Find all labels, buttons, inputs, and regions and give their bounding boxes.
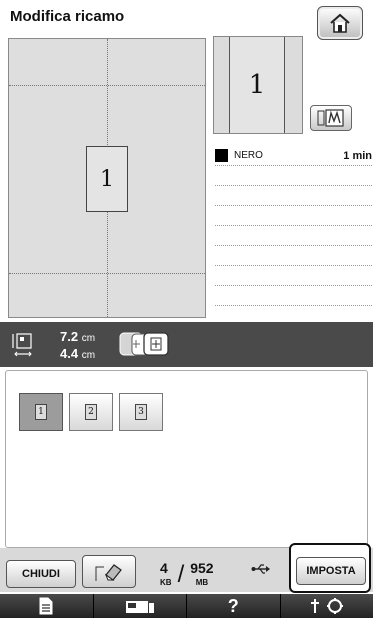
pattern-chip: 2: [85, 404, 97, 420]
settings-icon: [310, 598, 343, 614]
memory-used: 4: [160, 560, 168, 576]
memory-used-unit: KB: [160, 578, 172, 587]
pattern-preview: 1: [213, 36, 303, 134]
memory-total: 952: [190, 560, 214, 576]
usb-icon: [251, 564, 270, 574]
pattern-button-2[interactable]: 2: [69, 393, 113, 431]
page-icon: [39, 597, 53, 615]
close-button[interactable]: CHIUDI: [6, 560, 76, 588]
tab-page[interactable]: [0, 594, 94, 618]
size-icon: [12, 333, 32, 357]
color-row: NERO 1 min: [215, 146, 372, 166]
embroidery-canvas[interactable]: 1: [8, 38, 206, 318]
preview-glyph: 1: [248, 70, 266, 100]
pattern-chip: 3: [135, 404, 147, 420]
color-time: 1 min: [343, 149, 372, 162]
size-info-bar: 7.2 cm 4.4 cm: [0, 322, 373, 367]
pattern-button-3[interactable]: 3: [119, 393, 163, 431]
set-button[interactable]: IMPOSTA: [296, 557, 366, 585]
height-value: 4.4: [60, 346, 79, 361]
multi-select-icon[interactable]: [118, 331, 176, 357]
embroidery-pattern[interactable]: 1: [86, 146, 128, 212]
pattern-button-1[interactable]: 1: [19, 393, 63, 431]
memory-total-unit: MB: [195, 578, 209, 587]
color-row: [215, 226, 372, 246]
color-swatch: [215, 149, 228, 162]
tab-machine[interactable]: [93, 594, 187, 618]
color-row: [215, 186, 372, 206]
pattern-chip: 1: [35, 404, 47, 420]
machine-icon: [125, 601, 154, 613]
page-title: Modifica ricamo: [10, 8, 125, 25]
color-row: [215, 266, 372, 286]
width-unit: cm: [81, 333, 96, 344]
color-row: [215, 206, 372, 226]
bottom-tab-bar: ?: [0, 594, 373, 618]
color-list: NERO 1 min: [215, 146, 372, 306]
memory-separator: /: [177, 561, 185, 588]
eraser-icon: [95, 563, 122, 581]
home-button[interactable]: [317, 6, 363, 40]
pattern-dimensions: 7.2 cm 4.4 cm: [60, 329, 95, 363]
preview-zoom-button[interactable]: [310, 105, 352, 131]
tab-help[interactable]: ?: [187, 594, 281, 618]
color-row: [215, 166, 372, 186]
help-icon: ?: [227, 595, 239, 616]
color-name: NERO: [234, 150, 263, 161]
memory-indicator: 4 KB / 952 MB: [160, 560, 214, 587]
pattern-selection-panel: 1 2 3: [5, 370, 368, 548]
color-row: [215, 286, 372, 306]
pattern-glyph: 1: [100, 166, 114, 192]
tab-settings[interactable]: [280, 594, 373, 618]
width-value: 7.2: [60, 329, 79, 344]
color-row: [215, 246, 372, 266]
delete-button[interactable]: [82, 555, 136, 588]
home-icon: [330, 13, 350, 33]
height-unit: cm: [81, 350, 96, 361]
zoom-icon: [317, 109, 344, 127]
